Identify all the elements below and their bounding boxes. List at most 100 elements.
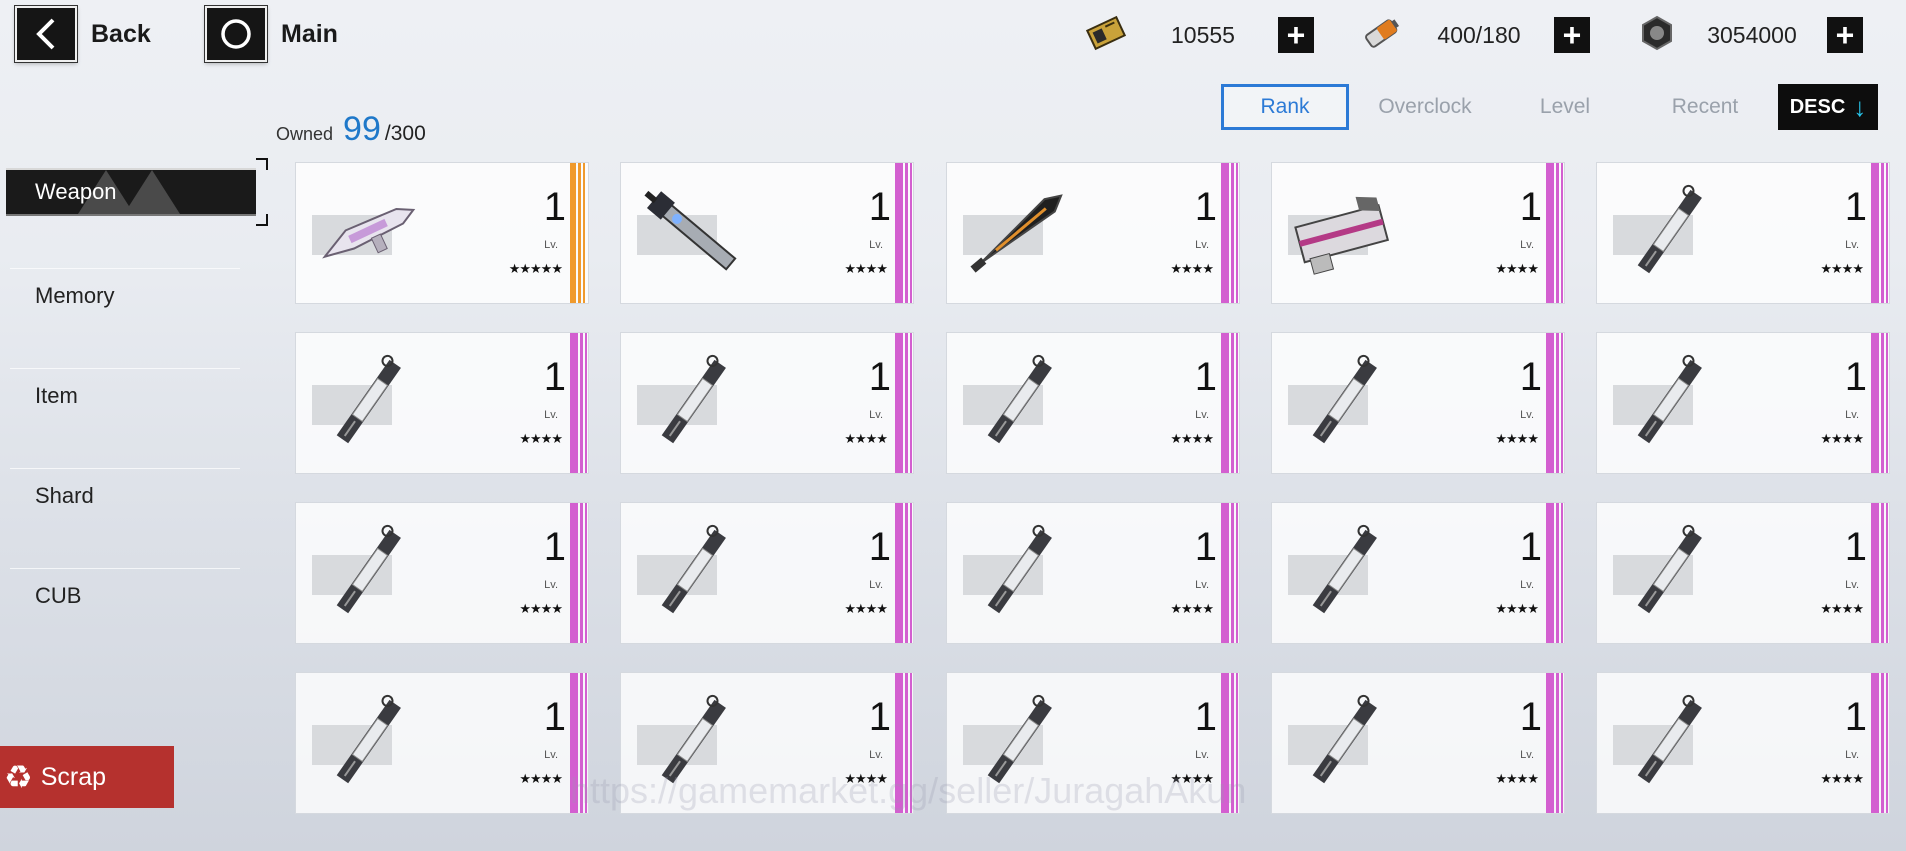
sort-order-label: DESC [1789,95,1846,118]
item-level: 1 [1519,355,1542,399]
rank-stripe [1871,163,1889,303]
item-level: 1 [868,525,891,569]
rank-stripe [1221,503,1239,643]
arrow-down-icon: ↓ [1853,91,1867,122]
level-tag: Lv. [1520,749,1534,761]
item-stars: ★★★★ [1495,771,1539,786]
sidebar-item-memory[interactable]: Memory [0,272,260,320]
owned-cap: /300 [384,122,426,145]
weapon-card[interactable]: 1 Lv. ★★★★ [295,672,589,814]
item-level: 1 [543,185,566,229]
item-stars: ★★★★ [519,431,563,446]
weapon-card[interactable]: 1 Lv. ★★★★★ [295,162,589,304]
sidebar-item-label: CUB [35,583,82,608]
level-tag: Lv. [869,579,883,591]
item-stars: ★★★★ [844,431,888,446]
sidebar-divider [10,568,240,569]
weapon-card[interactable]: 1 Lv. ★★★★ [1271,332,1565,474]
main-label: Main [281,19,338,48]
level-tag: Lv. [1845,409,1859,421]
level-tag: Lv. [1195,749,1209,761]
tab-overclock[interactable]: Overclock [1361,84,1489,130]
item-stars: ★★★★ [1170,601,1214,616]
weapon-card[interactable]: 1 Lv. ★★★★ [1271,672,1565,814]
weapon-card[interactable]: 1 Lv. ★★★★ [946,502,1240,644]
sidebar-divider [10,268,240,269]
weapon-card[interactable]: 1 Lv. ★★★★ [946,332,1240,474]
item-level: 1 [868,185,891,229]
weapon-card[interactable]: 1 Lv. ★★★★ [1596,672,1890,814]
rank-stripe [570,503,588,643]
watermark-text: https://gamemarket.gg/seller/JuragahAkun [570,770,1247,811]
add-ticket-button[interactable]: + [1278,17,1314,53]
weapon-card[interactable]: 1 Lv. ★★★★ [1271,502,1565,644]
pink-cannon-icon [1284,181,1404,281]
sword-icon [1284,351,1404,451]
top-bar: Back Main 10555 + 400/180 + 3054000 + [0,0,1906,70]
resource-ticket: 10555 + [1084,14,1314,56]
selection-corner [256,214,268,226]
ticket-icon [1084,13,1128,58]
item-stars: ★★★★ [1820,431,1864,446]
add-bolt-nut-button[interactable]: + [1827,17,1863,53]
sword-icon [308,691,428,791]
bolt-nut-icon [1637,13,1677,58]
sword-icon [1609,521,1729,621]
item-level: 1 [1194,355,1217,399]
weapon-card[interactable]: 1 Lv. ★★★★ [295,332,589,474]
sidebar-item-cub[interactable]: CUB [0,572,260,620]
weapon-card[interactable]: 1 Lv. ★★★★ [1271,162,1565,304]
resource-bolt-nut: 3054000 + [1637,14,1863,56]
weapon-card[interactable]: 1 Lv. ★★★★ [620,162,914,304]
item-stars: ★★★★ [1495,261,1539,276]
back-button[interactable]: Back [14,5,151,63]
weapon-card[interactable]: 1 Lv. ★★★★ [1596,162,1890,304]
sidebar-item-weapon[interactable]: Weapon [6,168,256,216]
battery-icon [1360,13,1404,58]
weapon-card[interactable]: 1 Lv. ★★★★ [1596,332,1890,474]
owned-count: 99 [343,110,381,148]
sidebar-item-label: Item [35,383,78,408]
item-stars: ★★★★ [1820,601,1864,616]
rank-stripe [1221,163,1239,303]
item-stars: ★★★★★ [508,261,563,276]
level-tag: Lv. [869,409,883,421]
owned-counter: Owned 99 /300 [276,110,426,149]
item-stars: ★★★★ [844,261,888,276]
rank-stripe [1221,333,1239,473]
level-tag: Lv. [1520,239,1534,251]
level-tag: Lv. [1195,409,1209,421]
level-tag: Lv. [1195,579,1209,591]
main-button[interactable]: Main [204,5,338,63]
weapon-card[interactable]: 1 Lv. ★★★★ [620,502,914,644]
sidebar-item-shard[interactable]: Shard [0,472,260,520]
item-level: 1 [543,695,566,739]
pink-sniper-icon [308,181,428,281]
level-tag: Lv. [1845,579,1859,591]
tab-recent[interactable]: Recent [1641,84,1769,130]
tab-level[interactable]: Level [1501,84,1629,130]
weapon-card[interactable]: 1 Lv. ★★★★ [946,162,1240,304]
item-level: 1 [1844,695,1867,739]
sidebar-item-label: Shard [35,483,94,508]
level-tag: Lv. [1195,239,1209,251]
scrap-button[interactable]: ♻ Scrap [0,746,174,808]
rank-stripe [570,163,588,303]
item-level: 1 [1194,185,1217,229]
add-battery-button[interactable]: + [1554,17,1590,53]
weapon-card[interactable]: 1 Lv. ★★★★ [620,332,914,474]
selection-corner [256,158,268,170]
item-stars: ★★★★ [1820,261,1864,276]
rank-stripe [1871,673,1889,813]
tab-rank[interactable]: Rank [1221,84,1349,130]
sword-icon [959,521,1079,621]
sidebar-item-item[interactable]: Item [0,372,260,420]
weapon-card[interactable]: 1 Lv. ★★★★ [295,502,589,644]
rank-stripe [1871,503,1889,643]
rank-stripe [1546,673,1564,813]
sort-order-button[interactable]: DESC ↓ [1778,84,1878,130]
weapon-card[interactable]: 1 Lv. ★★★★ [1596,502,1890,644]
item-stars: ★★★★ [844,601,888,616]
rank-stripe [1546,503,1564,643]
rank-stripe [895,163,913,303]
